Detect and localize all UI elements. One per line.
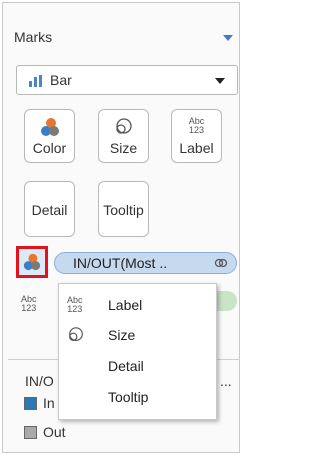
- size-circles-icon: [115, 118, 132, 134]
- menu-item-detail[interactable]: Detail: [59, 351, 216, 381]
- color-circles-icon: [40, 118, 59, 136]
- mark-type-dropdown[interactable]: Bar: [16, 65, 238, 95]
- color-encoding-button[interactable]: [16, 246, 48, 278]
- size-circles-icon: [69, 327, 83, 341]
- marks-menu-arrow-icon[interactable]: [223, 35, 233, 41]
- link-icon: [214, 258, 228, 268]
- tooltip-button-label: Tooltip: [103, 202, 144, 218]
- legend-title: IN/O: [25, 373, 54, 389]
- mark-type-label: Bar: [50, 72, 72, 88]
- menu-item-tooltip[interactable]: Tooltip: [59, 382, 216, 412]
- abc-123-icon: Abc 123: [67, 295, 83, 314]
- menu-item-text: Detail: [108, 358, 144, 374]
- menu-item-text: Tooltip: [108, 389, 149, 405]
- marks-header: Marks: [14, 27, 239, 49]
- detail-button[interactable]: Detail: [24, 181, 75, 237]
- legend-item-out[interactable]: Out: [24, 424, 84, 442]
- field-pill[interactable]: IN/OUT(Most ..: [54, 252, 237, 274]
- abc-123-icon: Abc 123: [21, 294, 37, 313]
- color-button-label: Color: [32, 140, 67, 156]
- color-circles-icon: [23, 253, 41, 271]
- menu-item-label[interactable]: Abc 123 Label: [59, 290, 216, 320]
- legend-swatch: [24, 426, 37, 439]
- label-button[interactable]: Abc 123 Label: [171, 109, 222, 163]
- abc-123-icon: Abc 123: [188, 116, 205, 135]
- marks-title: Marks: [14, 29, 53, 45]
- size-button[interactable]: Size: [98, 109, 149, 163]
- chevron-down-icon: [215, 78, 225, 84]
- legend-item-label: In: [43, 395, 55, 411]
- tooltip-button[interactable]: Tooltip: [98, 181, 149, 237]
- menu-item-size[interactable]: Size: [59, 320, 216, 350]
- encoding-context-menu: Abc 123 Label Size Detail Tooltip: [58, 283, 217, 420]
- legend-swatch: [24, 397, 37, 410]
- detail-button-label: Detail: [31, 202, 68, 218]
- legend-item-label: Out: [43, 424, 66, 440]
- marks-card: Marks Bar Color Size Abc 123 Label Detai…: [2, 2, 240, 453]
- size-button-label: Size: [109, 140, 138, 156]
- bar-chart-icon: [29, 75, 45, 87]
- menu-item-text: Size: [108, 327, 136, 343]
- field-pill-row: IN/OUT(Most ..: [16, 244, 237, 280]
- color-button[interactable]: Color: [24, 109, 75, 163]
- label-button-label: Label: [179, 140, 214, 156]
- menu-item-text: Label: [108, 297, 143, 313]
- legend-more-indicator[interactable]: ...: [220, 373, 232, 389]
- field-pill-label: IN/OUT(Most ..: [73, 255, 168, 271]
